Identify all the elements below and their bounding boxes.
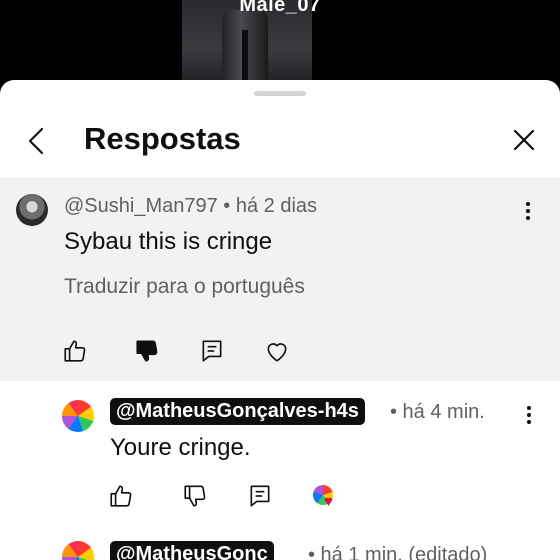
reply-button[interactable] (199, 338, 225, 364)
reply-button[interactable] (247, 483, 273, 509)
comment-time: • há 4 min. (390, 401, 485, 423)
back-button[interactable] (22, 126, 52, 156)
reply-icon (250, 485, 270, 507)
more-vertical-icon (527, 406, 531, 424)
comment-author[interactable]: @Sushi_Man797 (64, 195, 218, 217)
thumbs-up-icon (110, 485, 132, 507)
reply-comment: @MatheusGonçalves-h4s • há 4 min. Youre … (0, 390, 560, 510)
thumbs-down-icon (184, 485, 206, 507)
dislike-button[interactable] (134, 338, 160, 364)
avatar[interactable] (62, 541, 94, 560)
sheet-header: Respostas (0, 100, 560, 178)
heart-button[interactable] (264, 338, 290, 364)
sheet-title: Respostas (84, 121, 241, 156)
close-button[interactable] (510, 126, 538, 154)
translate-link[interactable]: Traduzir para o português (64, 275, 305, 299)
thumbs-down-icon (136, 340, 158, 362)
sheet-drag-handle[interactable] (254, 91, 306, 96)
video-figure-tie (242, 30, 248, 80)
video-player-background: Male_07 (0, 0, 560, 90)
reply-icon (202, 340, 222, 362)
close-icon (513, 129, 535, 151)
comment-more-button[interactable] (521, 404, 537, 426)
parent-comment: @Sushi_Man797 • há 2 dias Sybau this is … (0, 178, 560, 381)
comment-more-button[interactable] (520, 200, 536, 222)
chevron-left-icon (28, 127, 44, 155)
comment-text: Youre cringe. (110, 434, 251, 461)
more-vertical-icon (526, 202, 530, 220)
comment-author-badge[interactable]: @MatheusGonç (110, 541, 274, 560)
heart-icon (267, 343, 287, 362)
comment-author-badge[interactable]: @MatheusGonçalves-h4s (110, 398, 365, 425)
replies-sheet: Respostas @Sushi_Man797 • há 2 dias Syba… (0, 80, 560, 560)
creator-heart-badge: ♥ (313, 485, 339, 511)
heart-icon: ♥ (324, 493, 333, 510)
comment-time: • há 1 min. (editado) (308, 544, 488, 560)
thumbs-up-icon (64, 340, 86, 362)
comment-meta: @Sushi_Man797 • há 2 dias (64, 195, 317, 218)
reply-comment: @MatheusGonç • há 1 min. (editado) (0, 535, 560, 560)
dislike-button[interactable] (182, 483, 208, 509)
like-button[interactable] (62, 338, 88, 364)
comment-time: • há 2 dias (223, 195, 318, 217)
avatar[interactable] (16, 194, 48, 226)
like-button[interactable] (108, 483, 134, 509)
comment-text: Sybau this is cringe (64, 228, 273, 255)
avatar[interactable] (62, 400, 94, 432)
video-title: Male_07 (239, 0, 321, 16)
